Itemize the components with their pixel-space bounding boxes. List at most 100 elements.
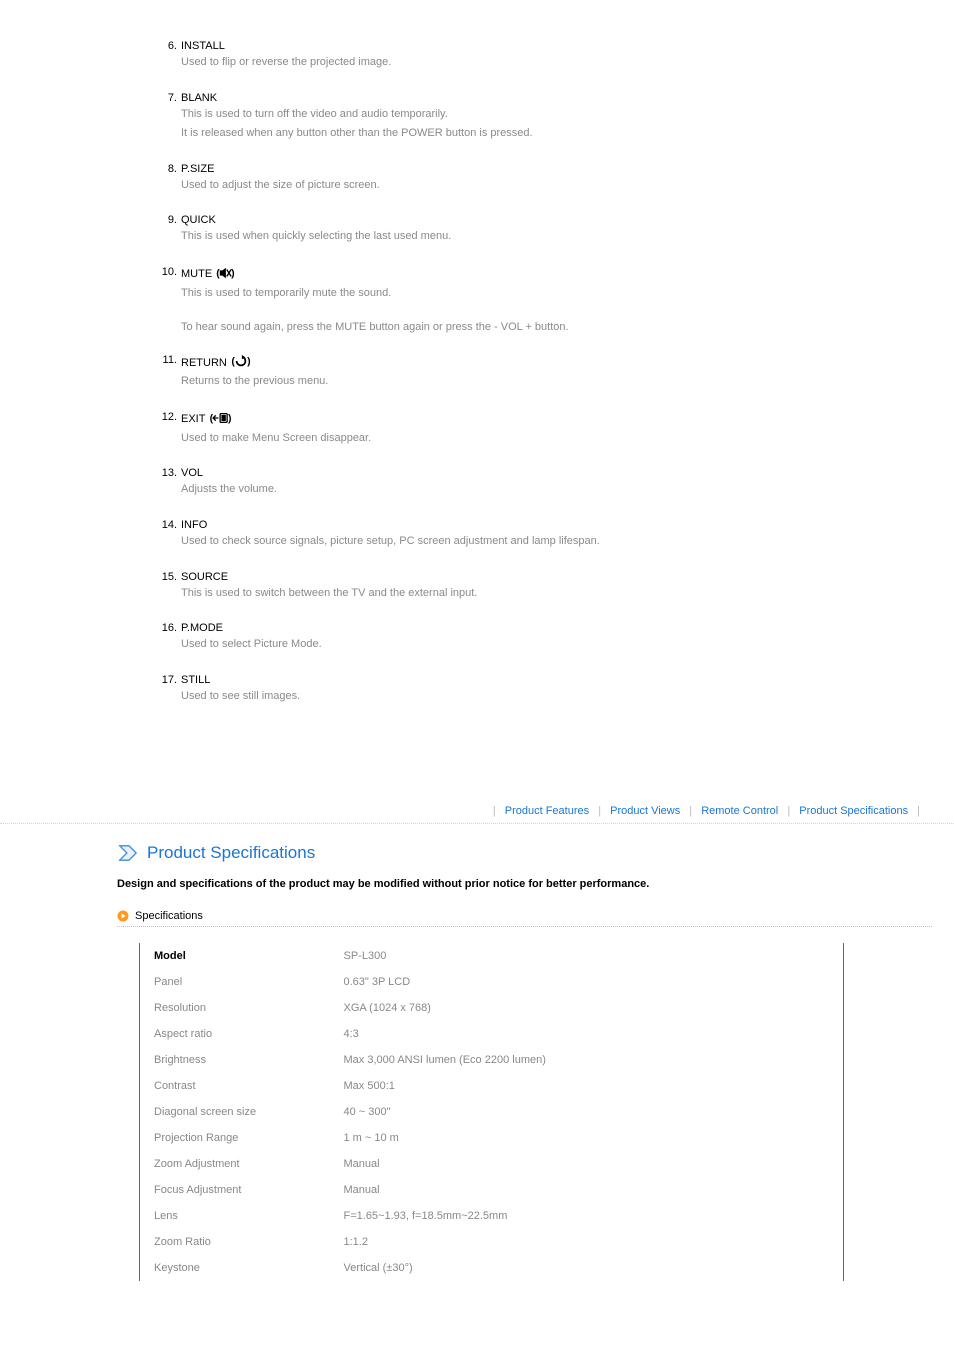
item-description: Used to see still images. <box>181 688 300 706</box>
item-number: 15. <box>155 571 177 583</box>
item-extra-note: To hear sound again, press the MUTE butt… <box>181 319 569 337</box>
item-title: BLANK <box>181 92 217 104</box>
item-description-line: This is used to turn off the video and a… <box>181 106 533 124</box>
item-title: RETURN <box>181 357 227 369</box>
item-description-line: This is used to switch between the TV an… <box>181 585 477 603</box>
item-number: 14. <box>155 519 177 531</box>
list-item: 10. MUTE() This is used to temporarily mut… <box>155 266 914 336</box>
spec-key: Zoom Adjustment <box>140 1151 330 1177</box>
table-row: Zoom AdjustmentManual <box>140 1151 844 1177</box>
nav-link-product-specifications[interactable]: Product Specifications <box>799 805 908 817</box>
item-body: MUTE() This is used to temporarily mute t… <box>177 266 569 336</box>
item-title: VOL <box>181 467 203 479</box>
item-title: P.MODE <box>181 622 223 634</box>
table-row: Zoom Ratio1:1.2 <box>140 1229 844 1255</box>
table-row: Focus AdjustmentManual <box>140 1177 844 1203</box>
spec-value: 1:1.2 <box>330 1229 844 1255</box>
list-item: 6. INSTALL Used to flip or reverse the pro… <box>155 40 914 74</box>
exit-icon: () <box>207 411 235 428</box>
list-item: 13.VOLAdjusts the volume. <box>155 467 914 501</box>
sub-header-specifications: Specifications <box>117 910 954 922</box>
spec-table: ModelSP-L300Panel0.63" 3P LCDResolutionX… <box>139 943 844 1281</box>
item-title: INSTALL <box>181 40 225 52</box>
spec-value: XGA (1024 x 768) <box>330 995 844 1021</box>
item-body: EXIT() Used to make Menu Screen disappear… <box>177 411 371 450</box>
spec-key: Resolution <box>140 995 330 1021</box>
nav-separator: | <box>689 805 692 817</box>
spec-key: Aspect ratio <box>140 1021 330 1047</box>
item-body: INSTALL Used to flip or reverse the proje… <box>177 40 391 74</box>
item-body: P.MODE Used to select Picture Mode. <box>177 622 322 656</box>
list-item: 12. EXIT() Used to make Menu Screen disapp… <box>155 411 914 450</box>
item-description: Adjusts the volume. <box>181 481 277 499</box>
item-description-line: Used to check source signals, picture se… <box>181 533 600 551</box>
spec-key: Diagonal screen size <box>140 1099 330 1125</box>
item-description-line: Used to make Menu Screen disappear. <box>181 430 371 448</box>
item-number: 17. <box>155 674 177 686</box>
item-number: 16. <box>155 622 177 634</box>
nav-link-product-features[interactable]: Product Features <box>505 805 589 817</box>
item-description: Used to flip or reverse the projected im… <box>181 54 391 72</box>
item-number: 6. <box>155 40 177 52</box>
item-number: 8. <box>155 163 177 175</box>
item-description: This is used when quickly selecting the … <box>181 228 451 246</box>
item-title: P.SIZE <box>181 163 214 175</box>
spec-value: Vertical (±30°) <box>330 1255 844 1281</box>
item-title: MUTE <box>181 268 212 280</box>
bullet-icon <box>117 910 129 922</box>
item-description-line: It is released when any button other tha… <box>181 125 533 143</box>
nav-link-product-views[interactable]: Product Views <box>610 805 680 817</box>
item-title: QUICK <box>181 214 216 226</box>
item-description-line: This is used when quickly selecting the … <box>181 228 451 246</box>
spec-key: Panel <box>140 969 330 995</box>
nav-link-remote-control[interactable]: Remote Control <box>701 805 778 817</box>
spec-value: 4:3 <box>330 1021 844 1047</box>
item-body: SOURCE This is used to switch between the… <box>177 571 477 605</box>
sub-header-label: Specifications <box>135 910 203 922</box>
item-description-line: Used to select Picture Mode. <box>181 636 322 654</box>
spec-key: Lens <box>140 1203 330 1229</box>
spec-value: F=1.65~1.93, f=18.5mm~22.5mm <box>330 1203 844 1229</box>
nav-separator: | <box>917 805 920 817</box>
item-title: STILL <box>181 674 210 686</box>
item-number: 9. <box>155 214 177 226</box>
spec-value: 0.63" 3P LCD <box>330 969 844 995</box>
divider <box>117 926 932 927</box>
item-description-line: Returns to the previous menu. <box>181 373 328 391</box>
divider <box>0 823 954 824</box>
item-number: 7. <box>155 92 177 104</box>
spec-key: Keystone <box>140 1255 330 1281</box>
section-note: Design and specifications of the product… <box>117 878 954 890</box>
item-body: P.SIZE Used to adjust the size of picture… <box>177 163 380 197</box>
item-description-line: This is used to temporarily mute the sou… <box>181 285 569 303</box>
spec-key: Projection Range <box>140 1125 330 1151</box>
item-number: 10. <box>155 266 177 278</box>
spec-key: Model <box>140 943 330 969</box>
item-description: Used to adjust the size of picture scree… <box>181 177 380 195</box>
table-row: ContrastMax 500:1 <box>140 1073 844 1099</box>
item-description: Used to check source signals, picture se… <box>181 533 600 551</box>
svg-text:(: ( <box>216 267 220 279</box>
item-description-line: Adjusts the volume. <box>181 481 277 499</box>
mute-icon: () <box>214 266 236 283</box>
list-item: 17. STILL Used to see still images. <box>155 674 914 708</box>
item-description: This is used to turn off the video and a… <box>181 106 533 143</box>
table-row: LensF=1.65~1.93, f=18.5mm~22.5mm <box>140 1203 844 1229</box>
table-row: Panel0.63" 3P LCD <box>140 969 844 995</box>
item-number: 11. <box>155 354 177 366</box>
item-body: BLANK This is used to turn off the video … <box>177 92 533 145</box>
item-body: STILL Used to see still images. <box>177 674 300 708</box>
product-specifications-section: Product Specifications Design and specif… <box>0 842 954 1281</box>
list-item: 8. P.SIZE Used to adjust the size of pictu… <box>155 163 914 197</box>
table-row: ModelSP-L300 <box>140 943 844 969</box>
spec-key: Zoom Ratio <box>140 1229 330 1255</box>
item-description-line: Used to see still images. <box>181 688 300 706</box>
item-title: SOURCE <box>181 571 228 583</box>
section-arrow-icon <box>117 842 139 864</box>
table-row: Aspect ratio4:3 <box>140 1021 844 1047</box>
item-title: EXIT <box>181 413 205 425</box>
item-description-line: Used to adjust the size of picture scree… <box>181 177 380 195</box>
item-body: QUICK This is used when quickly selecting… <box>177 214 451 248</box>
item-number: 12. <box>155 411 177 423</box>
svg-text:): ) <box>247 356 251 368</box>
